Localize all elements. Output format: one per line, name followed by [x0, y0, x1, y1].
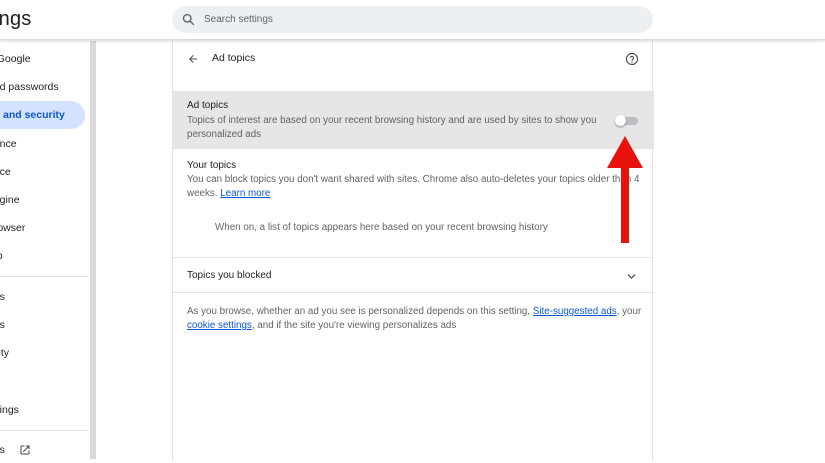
your-topics-description: You can block topics you don't want shar… [187, 173, 642, 201]
sidebar-item-label: ads [0, 319, 5, 331]
topics-empty-state: When on, a list of topics appears here b… [215, 222, 548, 233]
footer-text: , your [616, 306, 642, 317]
search-input[interactable] [204, 6, 644, 33]
top-bar: ings [0, 0, 825, 40]
sidebar-item-label: browser [0, 222, 26, 234]
site-suggested-ads-link[interactable]: Site-suggested ads [533, 306, 617, 317]
sidebar-item-search-engine[interactable]: engine [0, 187, 20, 213]
sidebar-item-languages[interactable]: ges [0, 284, 5, 310]
sidebar-item-autofill-and-passwords[interactable]: and passwords [0, 74, 59, 100]
settings-title: ings [0, 8, 32, 30]
sidebar-item-extensions[interactable]: ons [0, 437, 31, 463]
sidebar-item-label: ges [0, 291, 5, 303]
help-circle-icon[interactable] [625, 52, 639, 66]
search-box[interactable] [172, 6, 653, 33]
page-title: Ad topics [212, 52, 256, 64]
sidebar-divider [0, 276, 88, 277]
topics-blocked-row[interactable]: Topics you blocked [173, 259, 654, 292]
sidebar-item-label: and security [3, 109, 65, 121]
sidebar-item-label: ettings [0, 404, 19, 416]
card-header: Ad topics [173, 41, 654, 79]
your-topics-section: Your topics You can block topics you don… [187, 160, 642, 201]
toggle-knob [615, 115, 626, 126]
sidebar-scrollbar[interactable] [90, 41, 96, 459]
footer-text: As you browse, whether an ad you see is … [187, 306, 533, 317]
sidebar-item-label: ance [0, 166, 11, 178]
sidebar-item-label: and passwords [0, 81, 59, 93]
external-link-icon [20, 445, 30, 455]
footer-note: As you browse, whether an ad you see is … [187, 305, 642, 333]
sidebar-item-label: d Google [0, 53, 31, 65]
chevron-down-icon [627, 274, 636, 279]
topics-blocked-label: Topics you blocked [187, 270, 272, 281]
footer-text: , and if the site you're viewing persona… [251, 320, 457, 331]
cookie-settings-link[interactable]: cookie settings [187, 320, 252, 331]
sidebar-item-on-startup[interactable]: tup [0, 243, 3, 269]
sidebar-item-reset-settings[interactable]: ettings [0, 397, 19, 423]
sidebar-item-you-and-google[interactable]: d Google [0, 46, 31, 72]
sidebar-item-label: ons [0, 444, 5, 456]
toggle-description: Topics of interest are based on your rec… [187, 115, 597, 140]
section-divider [173, 257, 654, 258]
your-topics-title: Your topics [187, 160, 237, 171]
sidebar-divider [0, 430, 88, 431]
sidebar: d Google and passwords and security nanc… [0, 41, 90, 459]
sidebar-item-appearance[interactable]: ance [0, 159, 11, 185]
annotation-arrow [607, 136, 643, 243]
ad-topics-card: Ad topics Ad topics Topics of interest a… [172, 41, 654, 461]
search-icon [182, 13, 195, 26]
sidebar-item-label: bility [0, 347, 10, 359]
sidebar-item-label: nance [0, 138, 17, 150]
sidebar-item-default-browser[interactable]: browser [0, 215, 25, 241]
sidebar-item-downloads[interactable]: ads [0, 312, 5, 338]
ad-topics-toggle[interactable] [615, 115, 639, 126]
sidebar-item-label: engine [0, 194, 20, 206]
section-divider [173, 292, 654, 293]
toggle-title: Ad topics [187, 100, 229, 111]
ad-topics-toggle-row[interactable]: Ad topics Topics of interest are based o… [173, 91, 654, 149]
sidebar-item-accessibility[interactable]: bility [0, 340, 9, 366]
sidebar-item-privacy-and-security[interactable]: and security [0, 101, 85, 129]
sidebar-item-label: tup [0, 250, 3, 262]
back-arrow-icon[interactable] [187, 53, 199, 65]
learn-more-link[interactable]: Learn more [220, 188, 270, 199]
sidebar-item-performance[interactable]: nance [0, 131, 17, 157]
